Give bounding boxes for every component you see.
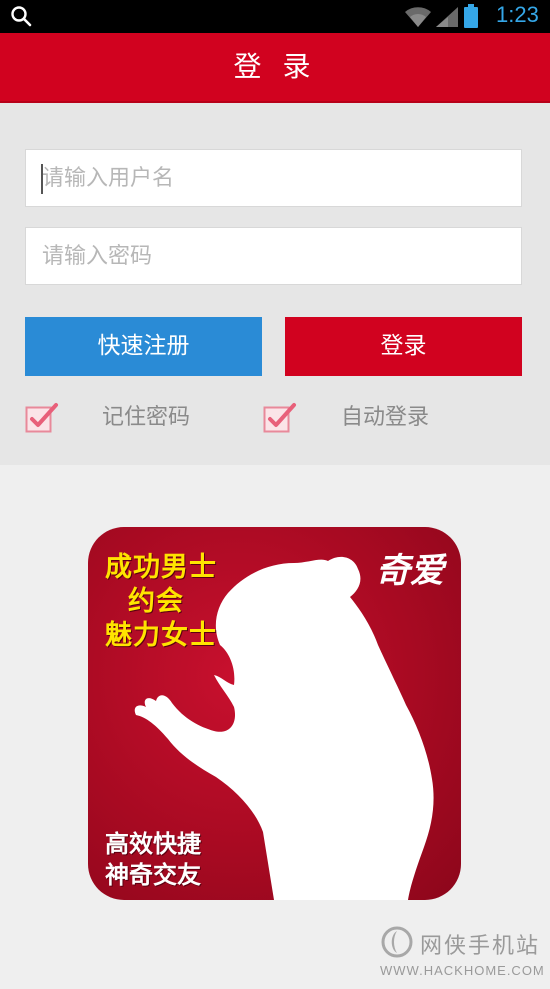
promo-bottom-2: 神奇交友 [105,861,201,889]
auto-login-label[interactable]: 自动登录 [341,401,429,435]
clock: 1:23 [496,2,539,27]
username-input[interactable]: 请输入用户名 [25,149,522,207]
watermark-name: 网侠手机站 [420,934,541,959]
login-button[interactable]: 登录 [285,317,522,376]
brand-name: 奇爱 [376,551,444,591]
login-form: 请输入用户名 请输入密码 快速注册 登录 记住密码 自动登录 [0,103,550,465]
auto-login-checkbox[interactable] [263,401,297,435]
watermark-url: WWW.HACKHOME.COM [380,963,545,978]
watermark-logo-icon [381,926,413,958]
signal-icon [436,7,458,27]
status-bar: 1:23 [0,0,550,33]
remember-password-label[interactable]: 记住密码 [102,401,190,435]
app-logo: 成功男士 约会 魅力女士 奇爱 高效快捷 神奇交友 [88,527,461,900]
battery-icon [464,4,478,28]
text-caret [41,164,43,194]
promo-bottom-1: 高效快捷 [105,830,201,858]
username-placeholder: 请输入用户名 [42,166,175,191]
register-button[interactable]: 快速注册 [25,317,262,376]
page-title: 登 录 [0,33,550,103]
remember-password-checkbox[interactable] [25,401,59,435]
wifi-icon [405,7,431,27]
promo-line-3: 魅力女士 [105,620,217,651]
search-icon[interactable] [10,5,32,27]
password-placeholder: 请输入密码 [42,244,153,269]
password-input[interactable]: 请输入密码 [25,227,522,285]
watermark: 网侠手机站 WWW.HACKHOME.COM [380,925,545,983]
